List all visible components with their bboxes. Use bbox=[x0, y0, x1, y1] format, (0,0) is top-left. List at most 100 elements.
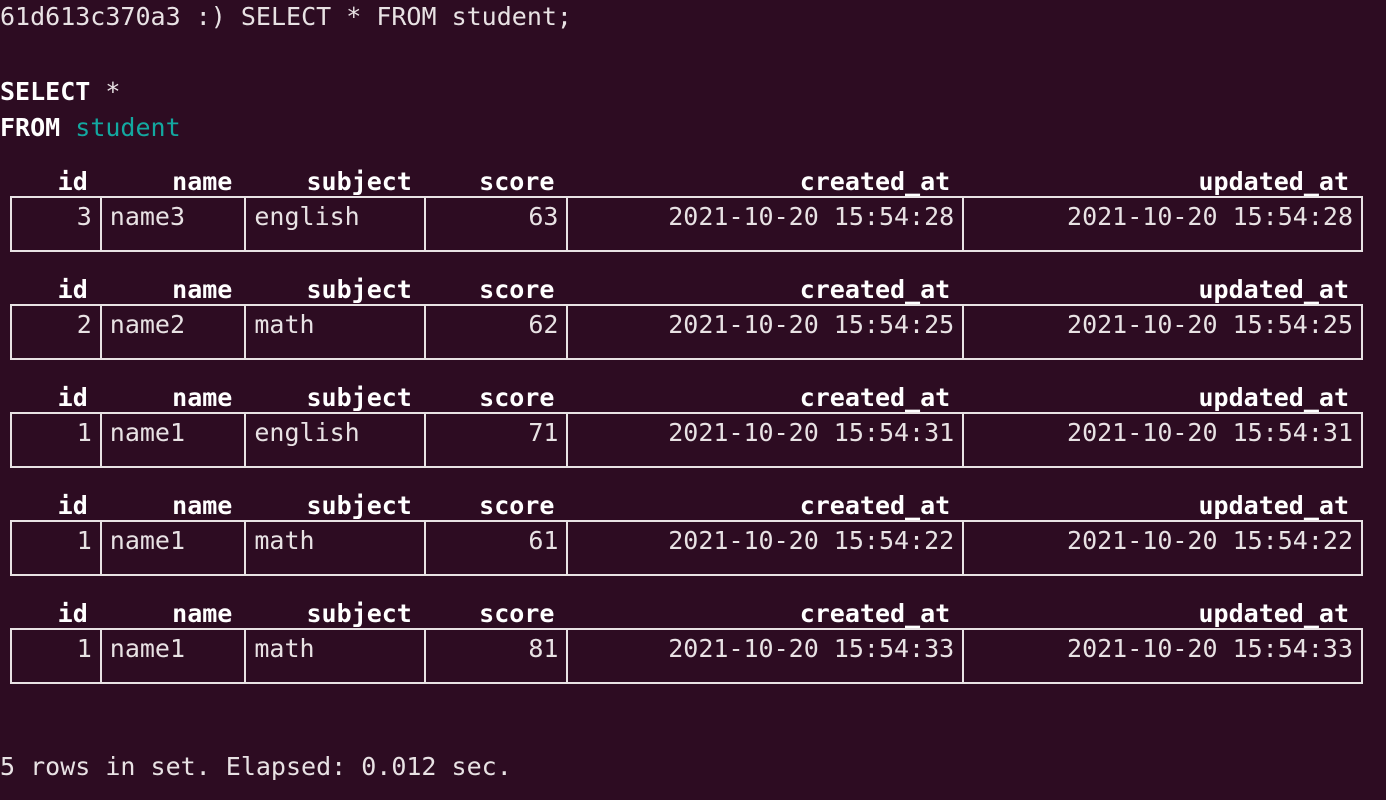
table-row: id 2 name name2 subject math score 62 cr… bbox=[0, 276, 1386, 360]
cell-id: id 1 bbox=[12, 384, 102, 466]
cell-id: id 2 bbox=[12, 276, 102, 358]
column-header-name: name bbox=[168, 600, 237, 628]
column-header-created-at: created_at bbox=[795, 168, 955, 196]
cell-created-at: created_at 2021-10-20 15:54:28 bbox=[568, 168, 965, 250]
column-header-score: score bbox=[475, 168, 559, 196]
column-header-name: name bbox=[168, 492, 237, 520]
cell-name: name name3 bbox=[102, 168, 247, 250]
cell-value-subject: math bbox=[254, 310, 315, 339]
cell-value-id: 3 bbox=[76, 202, 92, 231]
table-row: id 3 name name3 subject english score 63… bbox=[0, 168, 1386, 252]
cell-id: id 1 bbox=[12, 600, 102, 682]
cell-name: name name1 bbox=[102, 600, 247, 682]
prompt-sigil: :) bbox=[195, 2, 226, 31]
cell-value-updated-at: 2021-10-20 15:54:22 bbox=[1067, 526, 1353, 555]
column-header-id: id bbox=[53, 600, 92, 628]
column-header-id: id bbox=[53, 492, 92, 520]
column-header-created-at: created_at bbox=[795, 600, 955, 628]
column-header-created-at: created_at bbox=[795, 492, 955, 520]
column-header-id: id bbox=[53, 168, 92, 196]
sql-star-operator: * bbox=[105, 77, 121, 106]
cell-value-score: 71 bbox=[528, 418, 559, 447]
column-header-subject: subject bbox=[302, 492, 416, 520]
cell-value-updated-at: 2021-10-20 15:54:28 bbox=[1067, 202, 1353, 231]
cell-value-created-at: 2021-10-20 15:54:31 bbox=[668, 418, 955, 447]
cell-score: score 71 bbox=[426, 384, 569, 466]
column-header-id: id bbox=[53, 276, 92, 304]
column-header-created-at: created_at bbox=[795, 276, 955, 304]
cell-score: score 61 bbox=[426, 492, 569, 574]
cell-value-score: 81 bbox=[528, 634, 559, 663]
cell-updated-at: updated_at 2021-10-20 15:54:28 bbox=[964, 168, 1361, 250]
cell-value-name: name3 bbox=[109, 202, 186, 231]
column-header-updated-at: updated_at bbox=[1194, 600, 1353, 628]
sql-keyword-from: FROM bbox=[0, 113, 61, 142]
cell-value-id: 1 bbox=[76, 634, 92, 663]
cell-value-name: name1 bbox=[109, 634, 186, 663]
column-header-score: score bbox=[475, 276, 559, 304]
cell-created-at: created_at 2021-10-20 15:54:25 bbox=[568, 276, 965, 358]
table-row: id 1 name name1 subject english score 71… bbox=[0, 384, 1386, 468]
cell-value-subject: english bbox=[254, 202, 360, 231]
column-header-score: score bbox=[475, 384, 559, 412]
cell-name: name name1 bbox=[102, 492, 247, 574]
cell-subject: subject math bbox=[246, 600, 426, 682]
cell-updated-at: updated_at 2021-10-20 15:54:25 bbox=[964, 276, 1361, 358]
column-header-subject: subject bbox=[302, 168, 416, 196]
cell-created-at: created_at 2021-10-20 15:54:33 bbox=[568, 600, 965, 682]
cell-value-name: name1 bbox=[109, 526, 186, 555]
column-header-name: name bbox=[168, 384, 237, 412]
column-header-id: id bbox=[53, 384, 92, 412]
cell-created-at: created_at 2021-10-20 15:54:22 bbox=[568, 492, 965, 574]
cell-value-subject: math bbox=[254, 634, 315, 663]
cell-value-id: 1 bbox=[76, 526, 92, 555]
sql-table-identifier: student bbox=[75, 113, 181, 142]
cell-subject: subject math bbox=[246, 492, 426, 574]
cell-value-subject: english bbox=[254, 418, 360, 447]
sql-keyword-select: SELECT bbox=[0, 77, 91, 106]
terminal-window: 61d613c370a3 :) SELECT * FROM student; S… bbox=[0, 0, 1386, 800]
column-header-updated-at: updated_at bbox=[1194, 492, 1353, 520]
column-header-subject: subject bbox=[302, 600, 416, 628]
result-set: id 3 name name3 subject english score 63… bbox=[0, 168, 1386, 722]
column-header-score: score bbox=[475, 600, 559, 628]
cell-id: id 3 bbox=[12, 168, 102, 250]
cell-value-score: 61 bbox=[528, 526, 559, 555]
cell-score: score 81 bbox=[426, 600, 569, 682]
column-header-created-at: created_at bbox=[795, 384, 955, 412]
column-header-updated-at: updated_at bbox=[1194, 276, 1353, 304]
column-header-score: score bbox=[475, 492, 559, 520]
query-echo: SELECT * FROM student bbox=[0, 74, 181, 146]
cell-score: score 62 bbox=[426, 276, 569, 358]
cell-value-updated-at: 2021-10-20 15:54:31 bbox=[1067, 418, 1353, 447]
cell-value-created-at: 2021-10-20 15:54:22 bbox=[668, 526, 955, 555]
table-row: id 1 name name1 subject math score 81 cr… bbox=[0, 600, 1386, 684]
cell-score: score 63 bbox=[426, 168, 569, 250]
cell-value-updated-at: 2021-10-20 15:54:33 bbox=[1067, 634, 1353, 663]
cell-updated-at: updated_at 2021-10-20 15:54:33 bbox=[964, 600, 1361, 682]
cell-value-id: 2 bbox=[76, 310, 92, 339]
cell-value-subject: math bbox=[254, 526, 315, 555]
column-header-updated-at: updated_at bbox=[1194, 168, 1353, 196]
column-header-name: name bbox=[168, 168, 237, 196]
cell-name: name name1 bbox=[102, 384, 247, 466]
cell-value-id: 1 bbox=[76, 418, 92, 447]
table-row: id 1 name name1 subject math score 61 cr… bbox=[0, 492, 1386, 576]
cell-value-name: name1 bbox=[109, 418, 186, 447]
cell-subject: subject math bbox=[246, 276, 426, 358]
cell-value-score: 63 bbox=[528, 202, 559, 231]
cell-value-updated-at: 2021-10-20 15:54:25 bbox=[1067, 310, 1353, 339]
cell-created-at: created_at 2021-10-20 15:54:31 bbox=[568, 384, 965, 466]
column-header-updated-at: updated_at bbox=[1194, 384, 1353, 412]
cell-value-created-at: 2021-10-20 15:54:25 bbox=[668, 310, 955, 339]
cell-value-created-at: 2021-10-20 15:54:33 bbox=[668, 634, 955, 663]
column-header-subject: subject bbox=[302, 384, 416, 412]
cell-value-name: name2 bbox=[109, 310, 186, 339]
cell-subject: subject english bbox=[246, 168, 426, 250]
cell-name: name name2 bbox=[102, 276, 247, 358]
prompt-command-text: SELECT * FROM student; bbox=[240, 2, 572, 31]
column-header-subject: subject bbox=[302, 276, 416, 304]
cell-value-created-at: 2021-10-20 15:54:28 bbox=[668, 202, 955, 231]
cell-id: id 1 bbox=[12, 492, 102, 574]
cell-updated-at: updated_at 2021-10-20 15:54:22 bbox=[964, 492, 1361, 574]
